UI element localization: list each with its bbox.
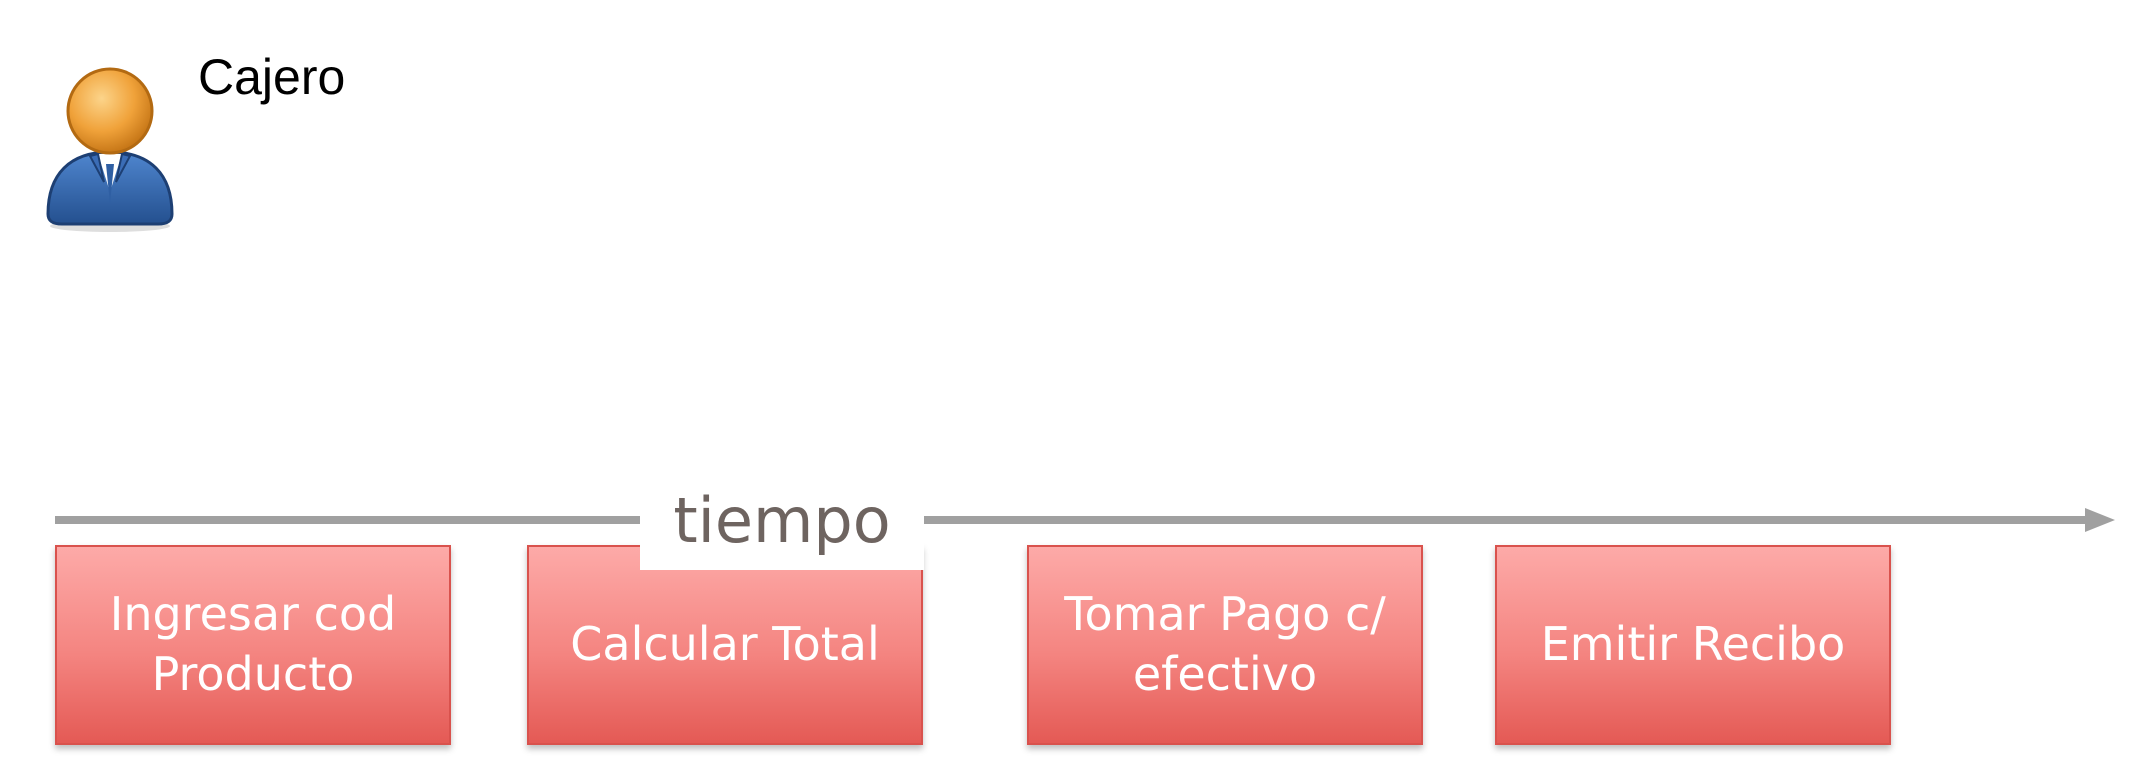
actor-name: Cajero <box>198 49 346 105</box>
timeline-arrow <box>55 505 2115 535</box>
step-calcular-total: Calcular Total <box>527 545 923 745</box>
step-3-line-1: Tomar Pago c/ <box>1064 587 1386 642</box>
person-icon <box>46 67 174 232</box>
cashier-actor-icon <box>40 64 180 234</box>
step-4-line-1: Emitir Recibo <box>1540 617 1846 672</box>
step-1-line-2: Producto <box>151 647 355 701</box>
step-emitir-recibo: Emitir Recibo <box>1495 545 1891 745</box>
step-1-line-1: Ingresar cod <box>109 587 397 642</box>
step-tomar-pago: Tomar Pago c/ efectivo <box>1027 545 1423 745</box>
timeline-label: tiempo <box>640 480 924 570</box>
step-ingresar-cod-producto: Ingresar cod Producto <box>55 545 451 745</box>
step-3-line-2: efectivo <box>1132 647 1318 701</box>
step-2-line-1: Calcular Total <box>570 617 880 672</box>
